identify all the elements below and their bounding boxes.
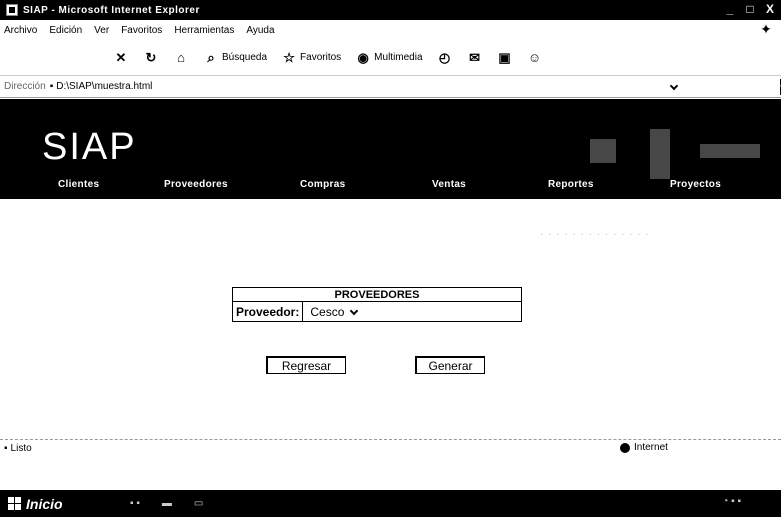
nav-clientes[interactable]: Clientes [58, 179, 99, 190]
multimedia-label: Multimedia [374, 52, 423, 63]
refresh-button[interactable]: ↻ [140, 46, 162, 70]
maximize-button[interactable]: □ [743, 2, 757, 16]
system-tray: ◔ ▪ ▪ [722, 496, 741, 507]
ie-app-icon [6, 4, 18, 16]
start-button[interactable]: Inicio [0, 493, 100, 515]
taskbar: Inicio ▪ ▪ ▬ ▭ ◔ ▪ ▪ [0, 490, 781, 517]
favorites-button[interactable]: ☆ Favoritos [278, 46, 344, 70]
globe-icon [620, 442, 630, 453]
favorites-label: Favoritos [300, 52, 342, 63]
mail-icon: ✉ [469, 49, 480, 65]
address-bar: Dirección ▪ D:\SIAP\muestra.html ➜ Ir [0, 76, 781, 98]
start-label: Inicio [26, 495, 63, 512]
site-nav: Clientes Proveedores Compras Ventas Repo… [0, 179, 781, 197]
page-status-icon: ▪ [4, 443, 8, 454]
blank-area [0, 457, 781, 493]
print-icon: ▣ [498, 49, 511, 65]
header-artifact [590, 139, 616, 163]
header-artifact [700, 144, 760, 158]
menu-bar: Archivo Edición Ver Favoritos Herramient… [0, 20, 781, 40]
search-icon: ⌕ [207, 49, 215, 65]
menu-edicion[interactable]: Edición [49, 25, 82, 36]
quicklaunch-icon[interactable]: ▪ ▪ [130, 498, 140, 509]
site-header: SIAP Clientes Proveedores Compras Ventas… [0, 99, 781, 199]
star-icon: ☆ [283, 49, 295, 65]
menu-herramientas[interactable]: Herramientas [174, 25, 234, 36]
history-button[interactable]: ◴ [434, 46, 456, 70]
page-icon: ▪ [49, 81, 54, 92]
window-titlebar: SIAP - Microsoft Internet Explorer _ □ X [0, 0, 781, 20]
search-button[interactable]: ⌕ Búsqueda [200, 46, 270, 70]
proveedor-label: Proveedor: [231, 301, 304, 322]
proveedor-select[interactable]: Cesco [306, 304, 362, 320]
faded-text: · · · · · · · · · · · · · · [540, 229, 650, 240]
menu-ayuda[interactable]: Ayuda [246, 25, 274, 36]
media-icon: ◉ [357, 49, 369, 65]
minimize-button[interactable]: _ [723, 2, 737, 16]
windows-flag-icon [8, 496, 22, 511]
page-content: · · · · · · · · · · · · · · PROVEEDORES … [0, 199, 781, 439]
multimedia-button[interactable]: ◉ Multimedia [352, 46, 425, 70]
browser-toolbar: ✕ ↻ ⌂ ⌕ Búsqueda ☆ Favoritos ◉ Multimedi… [0, 40, 781, 76]
nav-proyectos[interactable]: Proyectos [670, 179, 721, 190]
security-zone: Internet [620, 442, 668, 453]
form-heading: PROVEEDORES [232, 287, 522, 302]
status-text: Listo [10, 443, 32, 454]
address-url[interactable]: D:\SIAP\muestra.html [56, 81, 152, 92]
taskbar-items: ▪ ▪ ▬ ▭ [130, 498, 203, 509]
generar-button[interactable]: Generar [415, 356, 485, 374]
menu-favoritos[interactable]: Favoritos [121, 25, 162, 36]
menu-archivo[interactable]: Archivo [4, 25, 37, 36]
mail-button[interactable]: ✉ [464, 46, 486, 70]
stop-icon: ✕ [115, 49, 127, 65]
zone-label: Internet [634, 442, 668, 453]
task-item[interactable]: ▭ [194, 498, 203, 509]
window-title: SIAP - Microsoft Internet Explorer [23, 4, 200, 16]
regresar-button[interactable]: Regresar [266, 356, 346, 374]
nav-reportes[interactable]: Reportes [548, 179, 594, 190]
messenger-icon: ☺ [527, 50, 542, 65]
windows-logo-icon: ✦ [757, 21, 775, 39]
window-controls: _ □ X [723, 2, 777, 16]
home-icon: ⌂ [177, 50, 185, 65]
status-bar: ▪ Listo Internet [0, 439, 781, 457]
menu-ver[interactable]: Ver [94, 25, 109, 36]
nav-proveedores[interactable]: Proveedores [164, 179, 228, 190]
stop-button[interactable]: ✕ [110, 46, 132, 70]
site-logo: SIAP [42, 126, 137, 168]
home-button[interactable]: ⌂ [170, 46, 192, 70]
history-icon: ◴ [438, 49, 451, 65]
close-button[interactable]: X [763, 2, 777, 16]
print-button[interactable]: ▣ [494, 46, 516, 70]
proveedor-selected-value: Cesco [310, 304, 345, 319]
messenger-button[interactable]: ☺ [524, 46, 546, 70]
search-label: Búsqueda [222, 52, 268, 63]
refresh-icon: ↻ [145, 49, 157, 65]
header-artifact [650, 129, 670, 179]
nav-ventas[interactable]: Ventas [432, 179, 466, 190]
task-item[interactable]: ▬ [162, 498, 172, 509]
proveedor-cell: Cesco [302, 301, 522, 322]
proveedores-form: PROVEEDORES Proveedor: Cesco [231, 287, 522, 322]
address-field[interactable]: ▪ D:\SIAP\muestra.html [50, 79, 650, 95]
address-label: Dirección [4, 81, 46, 92]
nav-compras[interactable]: Compras [300, 179, 345, 190]
chevron-down-icon [350, 308, 358, 316]
